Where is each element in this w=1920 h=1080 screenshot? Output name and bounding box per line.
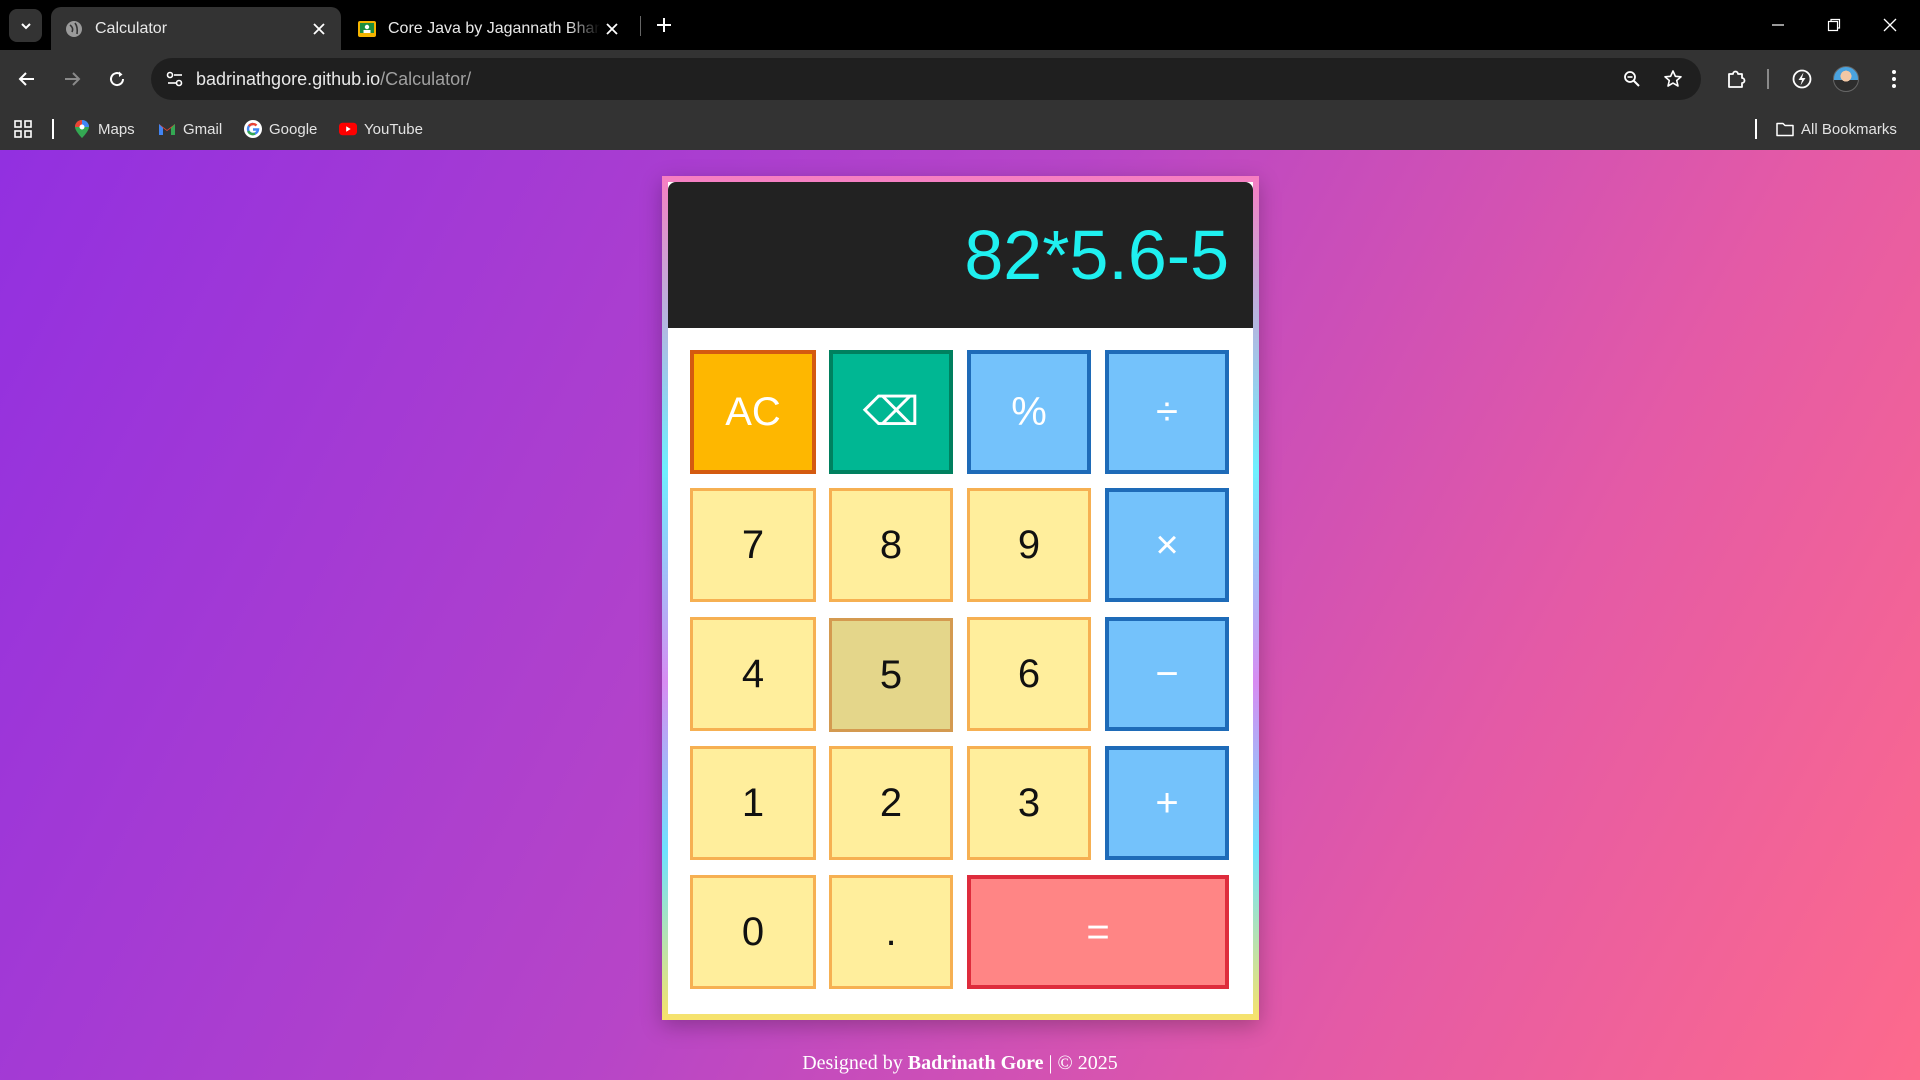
percent-button[interactable]: %: [967, 350, 1091, 474]
bookmark-google[interactable]: Google: [244, 116, 317, 142]
address-bar[interactable]: badrinathgore.github.io/Calculator/: [151, 58, 1701, 100]
key-8[interactable]: 8: [829, 488, 953, 602]
tab-search-button[interactable]: [9, 9, 42, 42]
youtube-icon: [339, 120, 357, 138]
extensions-icon[interactable]: [1720, 63, 1752, 95]
key-decimal[interactable]: .: [829, 875, 953, 989]
minimize-button[interactable]: [1750, 0, 1806, 50]
key-2[interactable]: 2: [829, 746, 953, 860]
tab-calculator[interactable]: Calculator: [51, 7, 341, 50]
key-7[interactable]: 7: [690, 488, 816, 602]
bookmark-youtube[interactable]: YouTube: [339, 116, 423, 142]
browser-toolbar: badrinathgore.github.io/Calculator/: [0, 50, 1920, 108]
url-text: badrinathgore.github.io/Calculator/: [196, 69, 471, 90]
toolbar-divider: [1767, 69, 1769, 89]
google-icon: [244, 120, 262, 138]
apps-button[interactable]: [14, 116, 32, 142]
divide-button[interactable]: ÷: [1105, 350, 1229, 474]
footer-copyright: | © 2025: [1048, 1052, 1118, 1074]
backspace-button[interactable]: ⌫: [829, 350, 953, 474]
close-window-button[interactable]: [1862, 0, 1918, 50]
tab-title: Core Java by Jagannath Bhandari: [388, 19, 600, 37]
maps-icon: [73, 120, 91, 138]
close-icon[interactable]: [307, 17, 331, 41]
forward-button[interactable]: [55, 62, 89, 96]
ac-button[interactable]: AC: [690, 350, 816, 474]
bookmarks-bar: Maps Gmail Google YouTube All Bookmarks: [0, 108, 1920, 150]
restore-icon: [1827, 18, 1841, 32]
globe-icon: [65, 20, 83, 38]
bookmark-label: Gmail: [183, 120, 223, 138]
menu-kebab-icon[interactable]: [1878, 63, 1910, 95]
key-0[interactable]: 0: [690, 875, 816, 989]
key-9[interactable]: 9: [967, 488, 1091, 602]
tab-divider: [640, 16, 641, 36]
performance-icon[interactable]: [1786, 63, 1818, 95]
bookmarks-divider: [1755, 119, 1757, 139]
equals-button[interactable]: =: [967, 875, 1229, 989]
zoom-icon[interactable]: [1620, 67, 1644, 91]
multiply-button[interactable]: ×: [1105, 488, 1229, 602]
display-value: 82*5.6-5: [964, 216, 1229, 294]
arrow-right-icon: [65, 72, 81, 86]
calculator-display: 82*5.6-5: [668, 182, 1253, 328]
url-host: badrinathgore.github.io: [196, 69, 381, 89]
chevron-down-icon: [20, 22, 31, 29]
reload-button[interactable]: [100, 62, 134, 96]
bookmark-gmail[interactable]: Gmail: [158, 116, 222, 142]
arrow-left-icon: [18, 72, 34, 86]
new-tab-button[interactable]: [651, 12, 677, 38]
bookmark-maps[interactable]: Maps: [73, 116, 135, 142]
footer-prefix: Designed by: [802, 1052, 903, 1074]
tab-title: Calculator: [95, 19, 168, 37]
page-footer: Designed by Badrinath Gore | © 2025: [0, 1052, 1920, 1075]
tab-strip: Calculator Core Java by Jagannath Bhanda…: [0, 0, 1920, 50]
bookmark-label: Maps: [98, 120, 135, 138]
minus-button[interactable]: −: [1105, 617, 1229, 731]
reload-icon: [110, 71, 125, 87]
restore-button[interactable]: [1806, 0, 1862, 50]
minimize-icon: [1772, 24, 1784, 26]
bookmarks-divider: [52, 119, 54, 139]
apps-grid-icon: [14, 120, 32, 138]
close-icon[interactable]: [600, 17, 624, 41]
calculator: 82*5.6-5 AC ⌫ % ÷ 7 8 9 × 4 5 6 − 1 2 3 …: [668, 182, 1253, 1014]
calculator-frame: 82*5.6-5 AC ⌫ % ÷ 7 8 9 × 4 5 6 − 1 2 3 …: [662, 176, 1259, 1020]
tab-core-java[interactable]: Core Java by Jagannath Bhandari: [344, 7, 634, 50]
footer-author: Badrinath Gore: [907, 1052, 1044, 1074]
gmail-icon: [158, 120, 176, 138]
key-5[interactable]: 5: [829, 618, 953, 732]
key-1[interactable]: 1: [690, 746, 816, 860]
all-bookmarks-button[interactable]: All Bookmarks: [1776, 116, 1897, 142]
page-background: 82*5.6-5 AC ⌫ % ÷ 7 8 9 × 4 5 6 − 1 2 3 …: [0, 150, 1920, 1080]
bookmark-label: Google: [269, 120, 318, 138]
all-bookmarks-label: All Bookmarks: [1801, 120, 1897, 138]
key-6[interactable]: 6: [967, 617, 1091, 731]
key-4[interactable]: 4: [690, 617, 816, 731]
folder-icon: [1776, 120, 1794, 138]
site-settings-icon[interactable]: [161, 65, 189, 93]
profile-avatar[interactable]: [1833, 66, 1859, 92]
classroom-icon: [358, 20, 376, 38]
bookmark-star-icon[interactable]: [1661, 67, 1685, 91]
back-button[interactable]: [10, 62, 44, 96]
bookmark-label: YouTube: [364, 120, 423, 138]
close-icon: [1883, 18, 1897, 32]
key-3[interactable]: 3: [967, 746, 1091, 860]
plus-button[interactable]: +: [1105, 746, 1229, 860]
url-path: /Calculator/: [380, 69, 472, 89]
plus-icon: [657, 18, 671, 32]
